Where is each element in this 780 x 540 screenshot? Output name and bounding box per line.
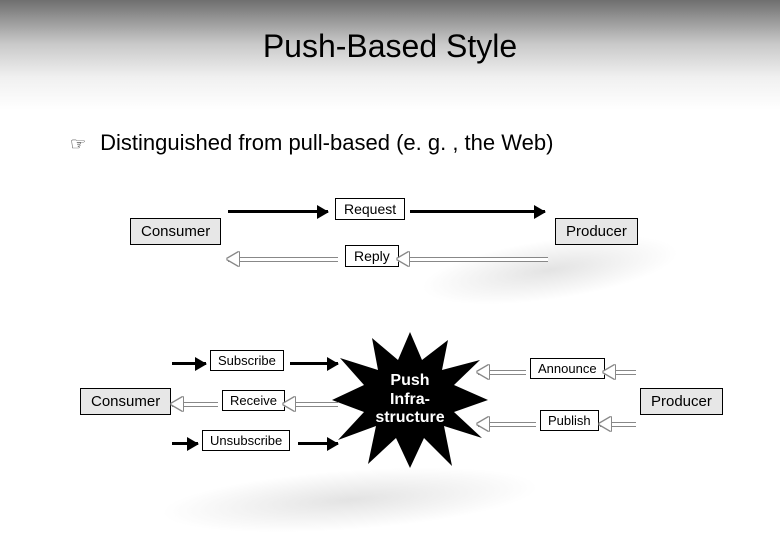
slide: Push-Based Style ☞ Distinguished from pu… <box>0 0 780 540</box>
arrow-right <box>172 437 198 451</box>
pointing-hand-icon: ☞ <box>70 130 86 158</box>
arrow-left-hollow <box>228 252 338 266</box>
producer-box-bottom: Producer <box>640 388 723 415</box>
push-infrastructure-burst: Push Infra- structure <box>330 330 490 470</box>
subscribe-label: Subscribe <box>210 350 284 371</box>
infra-line3: structure <box>375 409 444 426</box>
consumer-box-top: Consumer <box>130 218 221 245</box>
reply-label: Reply <box>345 245 399 267</box>
bullet-text: Distinguished from pull-based (e. g. , t… <box>100 130 553 156</box>
arrow-right <box>228 205 328 219</box>
arrow-right <box>410 205 545 219</box>
request-label: Request <box>335 198 405 220</box>
receive-label: Receive <box>222 390 285 411</box>
arrow-left-hollow <box>604 365 636 379</box>
slide-title: Push-Based Style <box>0 28 780 65</box>
publish-label: Publish <box>540 410 599 431</box>
push-infrastructure-text: Push Infra- structure <box>330 330 490 470</box>
consumer-box-bottom: Consumer <box>80 388 171 415</box>
arrow-right <box>172 357 206 371</box>
arrow-left-hollow <box>600 417 636 431</box>
arrow-left-hollow <box>172 397 218 411</box>
infra-line1: Push <box>390 372 429 389</box>
bullet-row: ☞ Distinguished from pull-based (e. g. ,… <box>70 130 740 158</box>
infra-line2: Infra- <box>390 391 430 408</box>
arrow-left-hollow <box>398 252 548 266</box>
decorative-swoosh <box>417 222 683 318</box>
unsubscribe-label: Unsubscribe <box>202 430 290 451</box>
announce-label: Announce <box>530 358 605 379</box>
producer-box-top: Producer <box>555 218 638 245</box>
